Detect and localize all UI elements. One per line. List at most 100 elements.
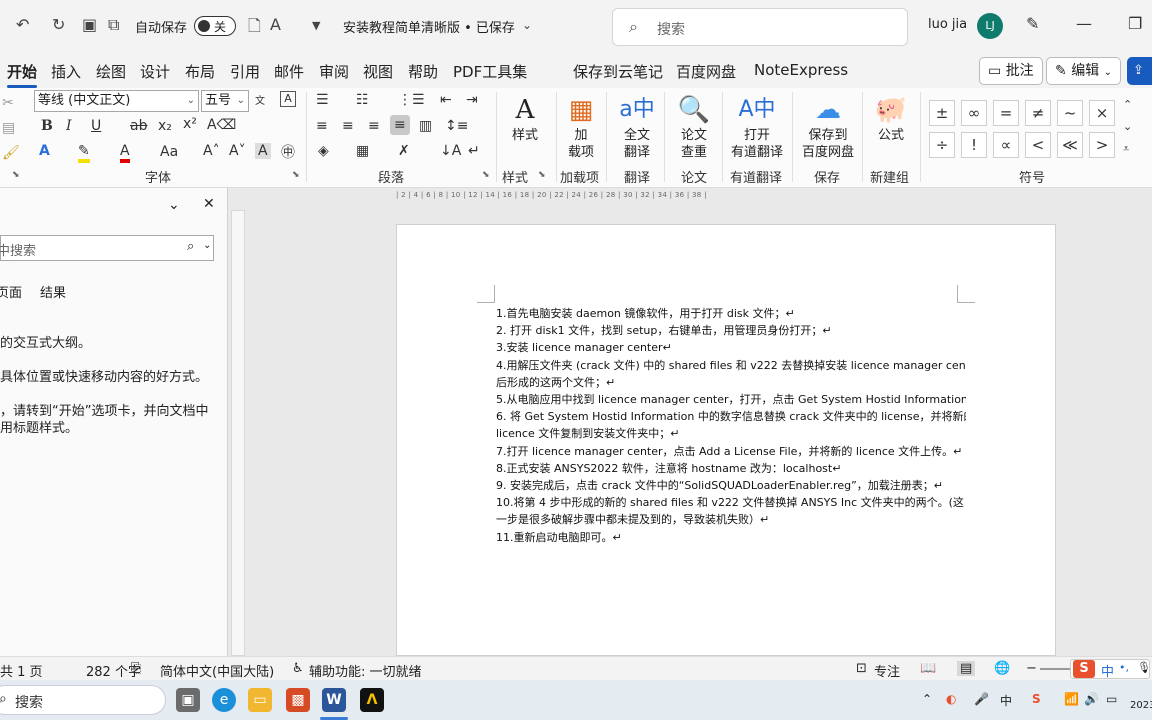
symbol-much-less[interactable]: ≪ (1057, 132, 1083, 158)
styles-launcher-icon[interactable]: ⬊ (538, 170, 546, 180)
nav-search-input[interactable]: 中搜索 ⌕ ⌄ (0, 235, 214, 261)
paper-check-button[interactable]: 🔍 论文 查重 (671, 93, 717, 161)
horizontal-ruler[interactable]: | 2 | 4 | 6 | 8 | 10 | 12 | 14 | 16 | 18… (396, 191, 1056, 205)
symbol-equals[interactable]: = (993, 100, 1019, 126)
autosave-toggle[interactable]: 关 (194, 16, 236, 36)
tab-help[interactable]: 帮助 (408, 61, 438, 82)
edge-icon[interactable]: e (212, 688, 236, 712)
justify-icon[interactable]: ≡ (390, 115, 410, 135)
copy-icon[interactable]: ⧉ (108, 15, 119, 35)
sort-icon[interactable]: ↓A (440, 143, 461, 159)
battery-icon[interactable]: ▭ (1106, 692, 1117, 706)
user-name[interactable]: luo jia (928, 17, 967, 32)
format-painter-icon[interactable]: 🖌 (2, 145, 20, 161)
tab-layout[interactable]: 布局 (185, 61, 215, 82)
page-count[interactable]: 共 1 页 (0, 661, 43, 680)
grow-font-icon[interactable]: A˄ (203, 143, 220, 159)
minimize-icon[interactable]: — (1076, 14, 1092, 33)
tab-design[interactable]: 设计 (140, 61, 170, 82)
accessibility-status[interactable]: 辅助功能: 一切就绪 (309, 661, 422, 680)
redo-icon[interactable]: ↻ (52, 15, 65, 34)
tab-insert[interactable]: 插入 (51, 61, 81, 82)
styles-button[interactable]: A 样式 (503, 93, 547, 144)
font-launcher-icon[interactable]: ⬊ (292, 170, 300, 180)
task-view-icon[interactable]: ▣ (176, 688, 200, 712)
share-button[interactable]: ⇪ (1127, 57, 1152, 85)
symbol-proportional[interactable]: ∝ (993, 132, 1019, 158)
cut-icon[interactable]: ✂ (2, 95, 14, 111)
web-layout-icon[interactable]: 🌐 (994, 661, 1010, 676)
tray-mic-icon[interactable]: 🎤 (974, 692, 989, 706)
font-color-icon[interactable]: A (270, 15, 281, 34)
phonetic-guide-icon[interactable]: 文 (255, 92, 265, 107)
highlight-icon[interactable]: ✎ (78, 143, 90, 163)
title-chevron-icon[interactable]: ⌄ (522, 18, 532, 32)
enclose-character-icon[interactable]: ㊥ (281, 142, 295, 162)
nav-tab-results[interactable]: 结果 (40, 282, 66, 301)
tab-cloud-note[interactable]: 保存到云笔记 (573, 61, 663, 82)
print-layout-icon[interactable]: ▤ (957, 661, 976, 676)
tab-baidu-pan[interactable]: 百度网盘 (676, 61, 736, 82)
tab-pdf-tools[interactable]: PDF工具集 (453, 61, 527, 82)
italic-icon[interactable]: I (66, 118, 72, 134)
align-right-icon[interactable]: ≡ (368, 118, 380, 134)
text-effects-icon[interactable]: A (39, 143, 50, 159)
document-page[interactable]: 1.首先电脑安装 daemon 镜像软件，用于打开 disk 文件；↵ 2. 打… (396, 224, 1056, 656)
symbol-infinity[interactable]: ∞ (961, 100, 987, 126)
vertical-ruler[interactable] (231, 210, 245, 656)
full-translate-button[interactable]: a中 全文 翻译 (614, 93, 660, 161)
symbol-greater-than[interactable]: > (1089, 132, 1115, 158)
pen-icon[interactable]: ✎ (1026, 14, 1039, 33)
volume-icon[interactable]: 🔊 (1084, 692, 1099, 706)
document-title[interactable]: 安装教程简单清晰版 • 已保存 (343, 17, 515, 36)
symbol-not-equal[interactable]: ≠ (1025, 100, 1051, 126)
youdao-translate-button[interactable]: A中 打开 有道翻译 (728, 93, 786, 161)
bold-icon[interactable]: B (41, 118, 53, 134)
clock-year[interactable]: 2023 (1130, 700, 1152, 711)
decrease-indent-icon[interactable]: ⇤ (440, 92, 452, 108)
numbering-icon[interactable]: ☷ (356, 92, 369, 108)
gallery-up-icon[interactable]: ⌃ (1123, 98, 1132, 111)
symbol-tilde[interactable]: ~ (1057, 100, 1083, 126)
distributed-icon[interactable]: ▥ (419, 118, 432, 134)
gallery-down-icon[interactable]: ⌄ (1123, 120, 1132, 133)
superscript-icon[interactable]: x² (183, 116, 197, 132)
read-mode-icon[interactable]: 📖 (920, 661, 936, 676)
symbol-divide[interactable]: ÷ (929, 132, 955, 158)
clear-format-icon[interactable]: A⌫ (207, 117, 236, 133)
bullets-icon[interactable]: ☰ (316, 92, 329, 108)
tray-sogou-icon[interactable]: S (1032, 692, 1041, 706)
focus-mode[interactable]: 专注 (874, 661, 900, 680)
font-color-icon[interactable]: A (120, 143, 130, 163)
word-icon[interactable]: W (322, 688, 346, 712)
character-shading-icon[interactable]: A (255, 143, 271, 159)
photo-app-icon[interactable]: ▩ (286, 688, 310, 712)
save-icon[interactable]: ▣ (82, 15, 97, 34)
symbol-times[interactable]: × (1089, 100, 1115, 126)
formula-button[interactable]: 🐖 公式 (868, 93, 914, 144)
gallery-more-icon[interactable]: ⩡ (1123, 142, 1129, 156)
document-icon[interactable]: 🗋 (248, 15, 261, 42)
underline-icon[interactable]: U (91, 118, 101, 134)
font-size-select[interactable]: 五号 ⌄ (201, 90, 249, 112)
taskbar-search[interactable]: ⌕ 搜索 (0, 685, 166, 715)
tab-home[interactable]: 开始 (7, 61, 38, 88)
align-center-icon[interactable]: ≡ (342, 118, 354, 134)
tray-overflow-icon[interactable]: ⌃ (922, 692, 932, 706)
increase-indent-icon[interactable]: ⇥ (466, 92, 478, 108)
tab-references[interactable]: 引用 (230, 61, 260, 82)
shrink-font-icon[interactable]: A˅ (229, 143, 246, 159)
nav-tab-pages[interactable]: 页面 (0, 282, 22, 301)
tab-mailings[interactable]: 邮件 (274, 61, 304, 82)
tray-ime[interactable]: 中 (1000, 692, 1012, 709)
shading-icon[interactable]: ◈ (318, 143, 329, 159)
comment-button[interactable]: ▭ 批注 (979, 57, 1043, 85)
close-icon[interactable]: ✕ (203, 196, 215, 212)
save-to-baidu-button[interactable]: ☁ 保存到 百度网盘 (800, 93, 856, 161)
tab-noteexpress[interactable]: NoteExpress (754, 61, 848, 79)
symbol-less-than[interactable]: < (1025, 132, 1051, 158)
subscript-icon[interactable]: x₂ (158, 118, 172, 134)
symbol-plus-minus[interactable]: ± (929, 100, 955, 126)
character-border-icon[interactable]: A (280, 91, 296, 107)
asian-layout-icon[interactable]: ✗ (398, 143, 410, 159)
